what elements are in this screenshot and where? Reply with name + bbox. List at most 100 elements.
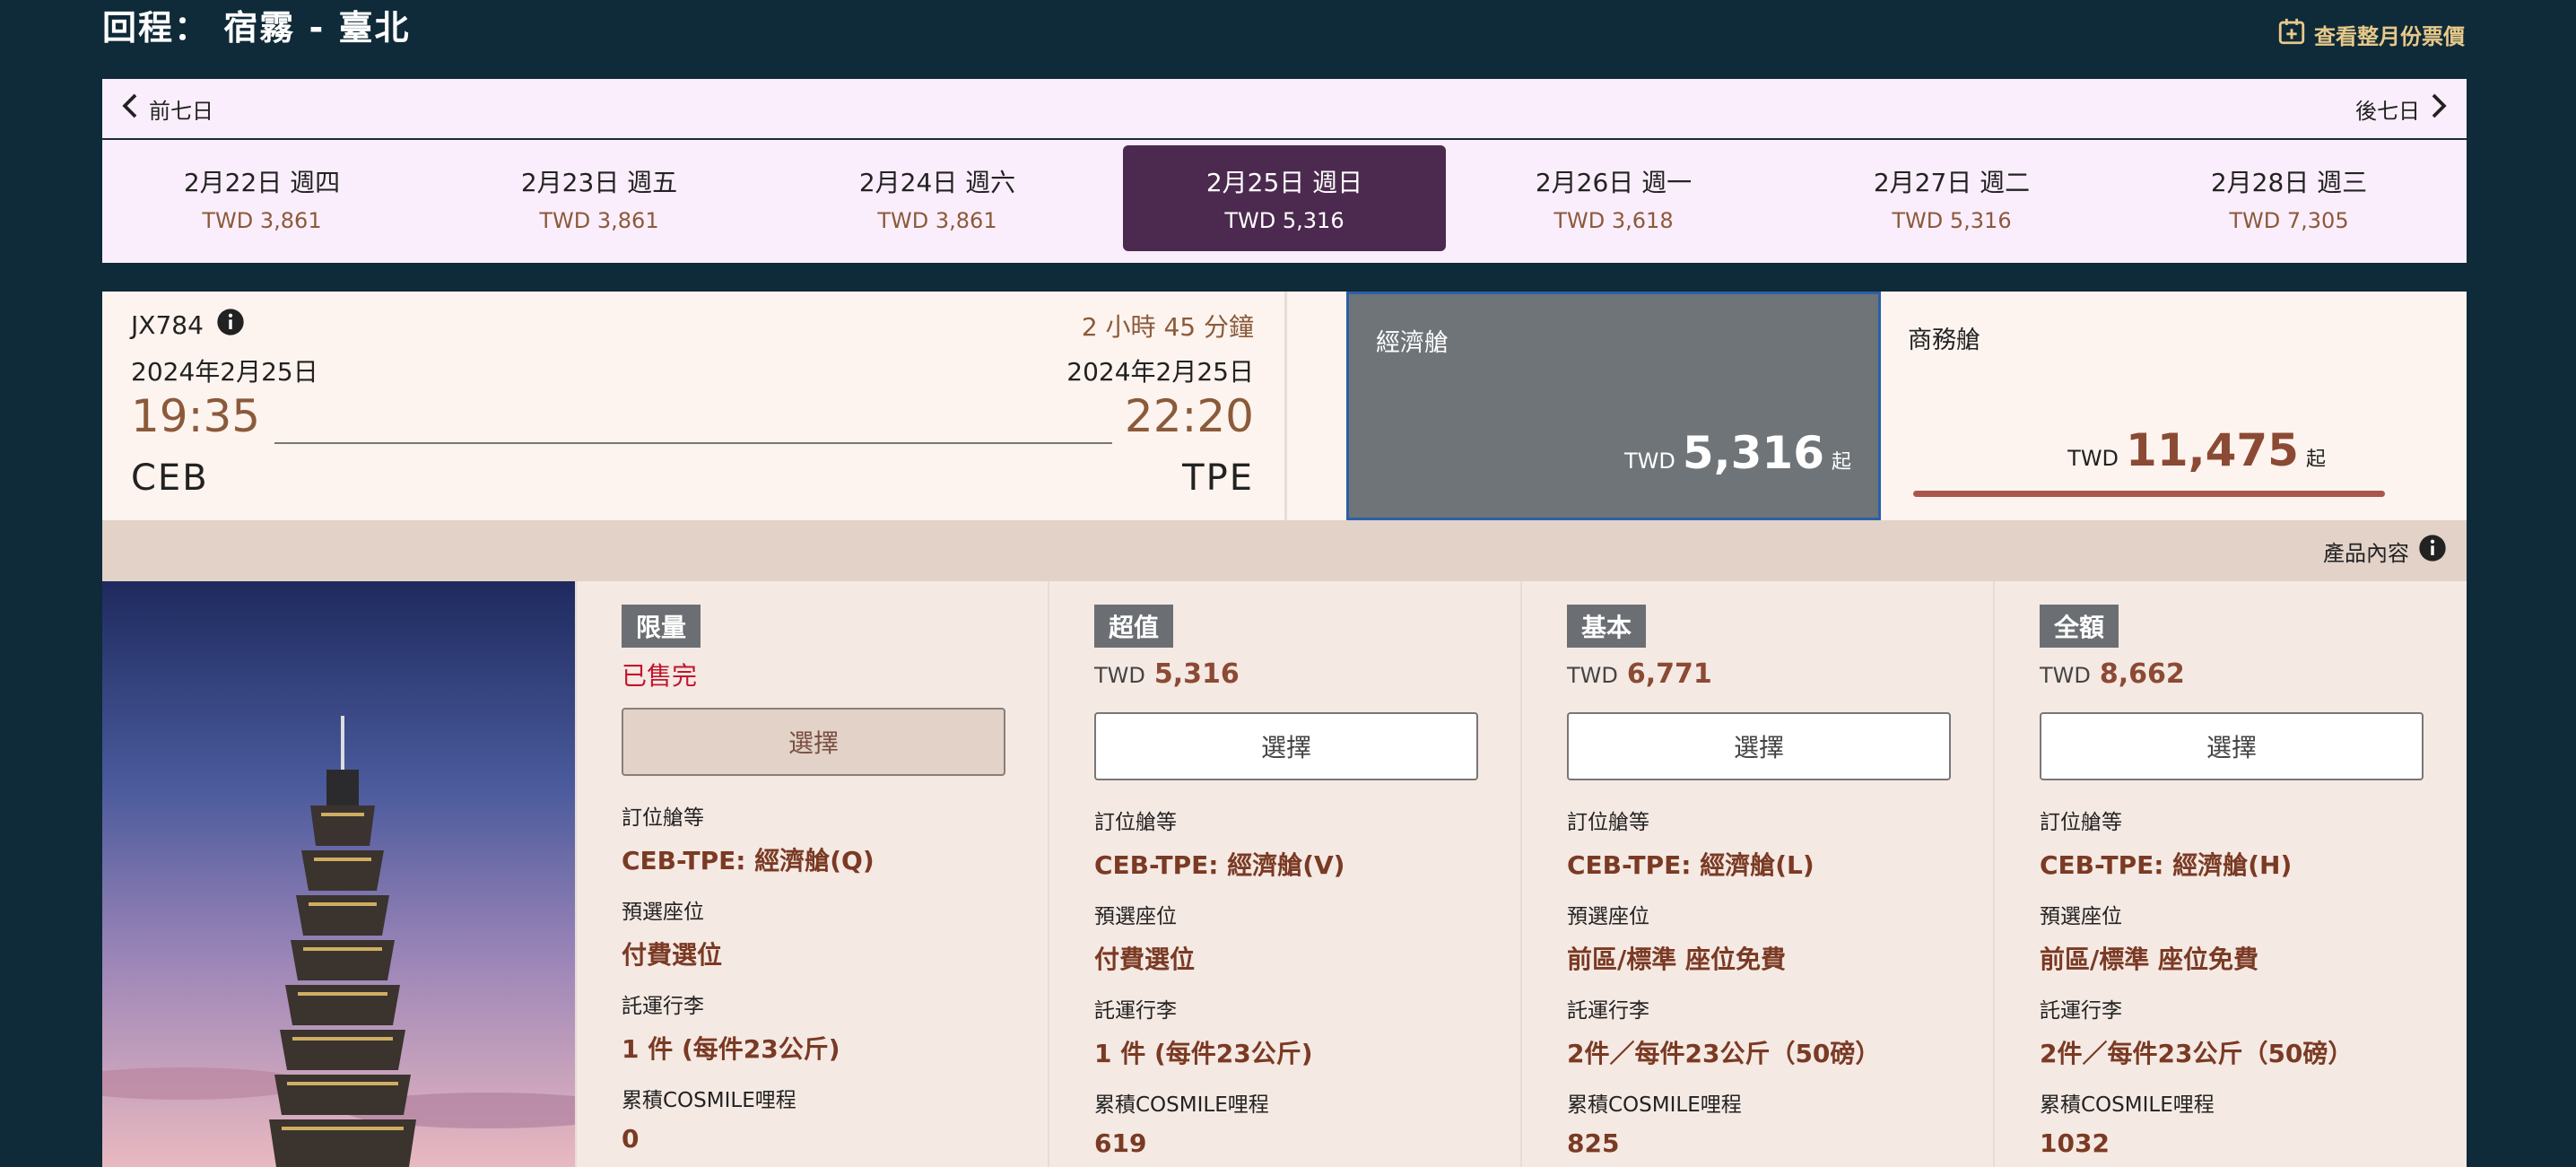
- info-icon: [2418, 534, 2447, 568]
- day-label: 2月23日 週五: [520, 168, 678, 197]
- prev-week-label: 前七日: [149, 98, 213, 124]
- field-label: 託運行李: [1094, 999, 1177, 1023]
- flight-number: JX784: [131, 308, 245, 343]
- field-label: 訂位艙等: [1094, 811, 1177, 834]
- currency: TWD: [2067, 446, 2119, 471]
- field-label: 預選座位: [2040, 905, 2122, 928]
- price-amount: 6,771: [1626, 658, 1712, 690]
- fare-badge: 限量: [622, 605, 701, 648]
- field-label: 預選座位: [1094, 905, 1177, 928]
- field-value: 825: [1567, 1128, 1620, 1158]
- economy-cabin-option[interactable]: 經濟艙 TWD 5,316 起: [1346, 292, 1881, 520]
- day-option[interactable]: 2月26日 週一 TWD 3,618: [1452, 145, 1775, 251]
- seat-selection: 預選座位 前區/標準 座位免費: [1567, 899, 1786, 976]
- field-value: 前區/標準 座位免費: [1567, 945, 1786, 974]
- field-label: 累積COSMILE哩程: [1094, 1093, 1269, 1117]
- day-option[interactable]: 2月27日 週二 TWD 5,316: [1790, 145, 2113, 251]
- day-price: TWD 3,861: [539, 208, 659, 233]
- price-suffix: 起: [1831, 451, 1851, 474]
- fare-column-basic: 基本 TWD 6,771 選擇 訂位艙等 CEB-TPE: 經濟艙(L) 預選座…: [1520, 581, 1993, 1167]
- date-selector: 前七日 後七日 2月22日 週四 TWD 3,861 2月23日 週五 TWD …: [102, 79, 2467, 263]
- field-label: 預選座位: [1567, 905, 1649, 928]
- seat-selection: 預選座位 前區/標準 座位免費: [2040, 899, 2258, 976]
- field-label: 託運行李: [1567, 999, 1649, 1023]
- sold-out-label: 已售完: [622, 661, 698, 691]
- price-amount: 8,662: [2099, 658, 2185, 690]
- price-amount: 5,316: [1153, 658, 1240, 690]
- flight-info: JX784 2 小時 45 分鐘 2024年2月25日 2024年2月25日 1…: [102, 292, 1284, 520]
- departure-airport: CEB: [131, 457, 209, 499]
- product-info-label: 產品內容: [2323, 540, 2409, 566]
- info-icon[interactable]: [216, 308, 245, 343]
- calendar-add-icon: [2276, 16, 2307, 52]
- fare-price: TWD 8,662: [2040, 658, 2185, 690]
- field-value: 0: [622, 1124, 640, 1154]
- price-amount: 11,475: [2126, 424, 2299, 476]
- booking-class: 訂位艙等 CEB-TPE: 經濟艙(L): [1567, 805, 1815, 882]
- day-price: TWD 5,316: [1224, 208, 1345, 233]
- day-option[interactable]: 2月23日 週五 TWD 3,861: [438, 145, 761, 251]
- field-value: 付費選位: [1094, 945, 1196, 974]
- day-price: TWD 3,618: [1553, 208, 1674, 233]
- business-cabin-option[interactable]: 商務艙 TWD 11,475 起: [1881, 292, 2414, 520]
- booking-class: 訂位艙等 CEB-TPE: 經濟艙(H): [2040, 805, 2292, 882]
- currency: TWD: [1623, 449, 1675, 474]
- price-amount: 5,316: [1682, 427, 1824, 479]
- field-label: 預選座位: [622, 901, 704, 924]
- fare-price: TWD 5,316: [1094, 658, 1240, 690]
- select-button[interactable]: 選擇: [622, 708, 1005, 776]
- day-price: TWD 7,305: [2229, 208, 2349, 233]
- day-option[interactable]: 2月28日 週三 TWD 7,305: [2128, 145, 2450, 251]
- field-value: 619: [1094, 1128, 1147, 1158]
- day-label: 2月26日 週一: [1535, 168, 1693, 197]
- field-value: CEB-TPE: 經濟艙(V): [1094, 850, 1345, 880]
- field-label: 累積COSMILE哩程: [622, 1089, 796, 1112]
- cabin-price: TWD 5,316 起: [1624, 427, 1851, 479]
- currency: TWD: [2040, 663, 2091, 688]
- currency: TWD: [1094, 663, 1145, 688]
- day-option[interactable]: 2月22日 週四 TWD 3,861: [100, 145, 423, 251]
- fare-badge: 基本: [1567, 605, 1647, 648]
- select-button[interactable]: 選擇: [2040, 712, 2424, 780]
- day-option-selected[interactable]: 2月25日 週日 TWD 5,316: [1123, 145, 1446, 251]
- arrival-airport: TPE: [1182, 457, 1254, 499]
- select-button[interactable]: 選擇: [1567, 712, 1951, 780]
- field-label: 訂位艙等: [1567, 811, 1649, 834]
- seat-selection: 預選座位 付費選位: [1094, 899, 1195, 976]
- field-label: 託運行李: [2040, 999, 2122, 1023]
- field-value: 2件／每件23公斤（50磅）: [1567, 1039, 1881, 1068]
- next-week-button[interactable]: 後七日: [2355, 92, 2447, 125]
- taipei-101-image: [102, 581, 575, 1167]
- flight-card: JX784 2 小時 45 分鐘 2024年2月25日 2024年2月25日 1…: [102, 292, 2467, 520]
- fare-badge: 全額: [2040, 605, 2119, 648]
- field-label: 訂位艙等: [622, 806, 704, 830]
- day-price: TWD 3,861: [202, 208, 322, 233]
- checked-baggage: 託運行李 2件／每件23公斤（50磅）: [2040, 993, 2353, 1070]
- field-label: 累積COSMILE哩程: [2040, 1093, 2215, 1117]
- cabin-name: 商務艙: [1908, 327, 1980, 354]
- arrival-date: 2024年2月25日: [1066, 357, 1254, 387]
- product-info-bar[interactable]: 產品內容: [102, 520, 2467, 581]
- field-label: 訂位艙等: [2040, 811, 2122, 834]
- day-label: 2月28日 週三: [2210, 168, 2368, 197]
- day-price: TWD 5,316: [1892, 208, 2012, 233]
- chevron-left-icon: [122, 92, 138, 125]
- field-value: 1 件 (每件23公斤): [622, 1034, 840, 1064]
- day-label: 2月25日 週日: [1205, 168, 1363, 197]
- field-value: 付費選位: [622, 940, 723, 970]
- departure-time: 19:35: [131, 390, 261, 442]
- field-label: 託運行李: [622, 995, 704, 1018]
- chevron-right-icon: [2431, 92, 2447, 125]
- select-button[interactable]: 選擇: [1094, 712, 1478, 780]
- view-month-prices-link[interactable]: 查看整月份票價: [2276, 16, 2465, 52]
- prev-week-button[interactable]: 前七日: [122, 92, 213, 125]
- fare-column-limited: 限量 已售完 選擇 訂位艙等 CEB-TPE: 經濟艙(Q) 預選座位 付費選位…: [575, 581, 1048, 1167]
- departure-date: 2024年2月25日: [131, 357, 318, 387]
- booking-class: 訂位艙等 CEB-TPE: 經濟艙(Q): [622, 800, 875, 877]
- flight-duration: 2 小時 45 分鐘: [1081, 312, 1254, 342]
- cosmile-miles: 累積COSMILE哩程 825: [1567, 1087, 1742, 1158]
- day-option[interactable]: 2月24日 週六 TWD 3,861: [776, 145, 1099, 251]
- day-price: TWD 3,861: [877, 208, 997, 233]
- field-value: CEB-TPE: 經濟艙(L): [1567, 850, 1815, 880]
- day-label: 2月22日 週四: [183, 168, 341, 197]
